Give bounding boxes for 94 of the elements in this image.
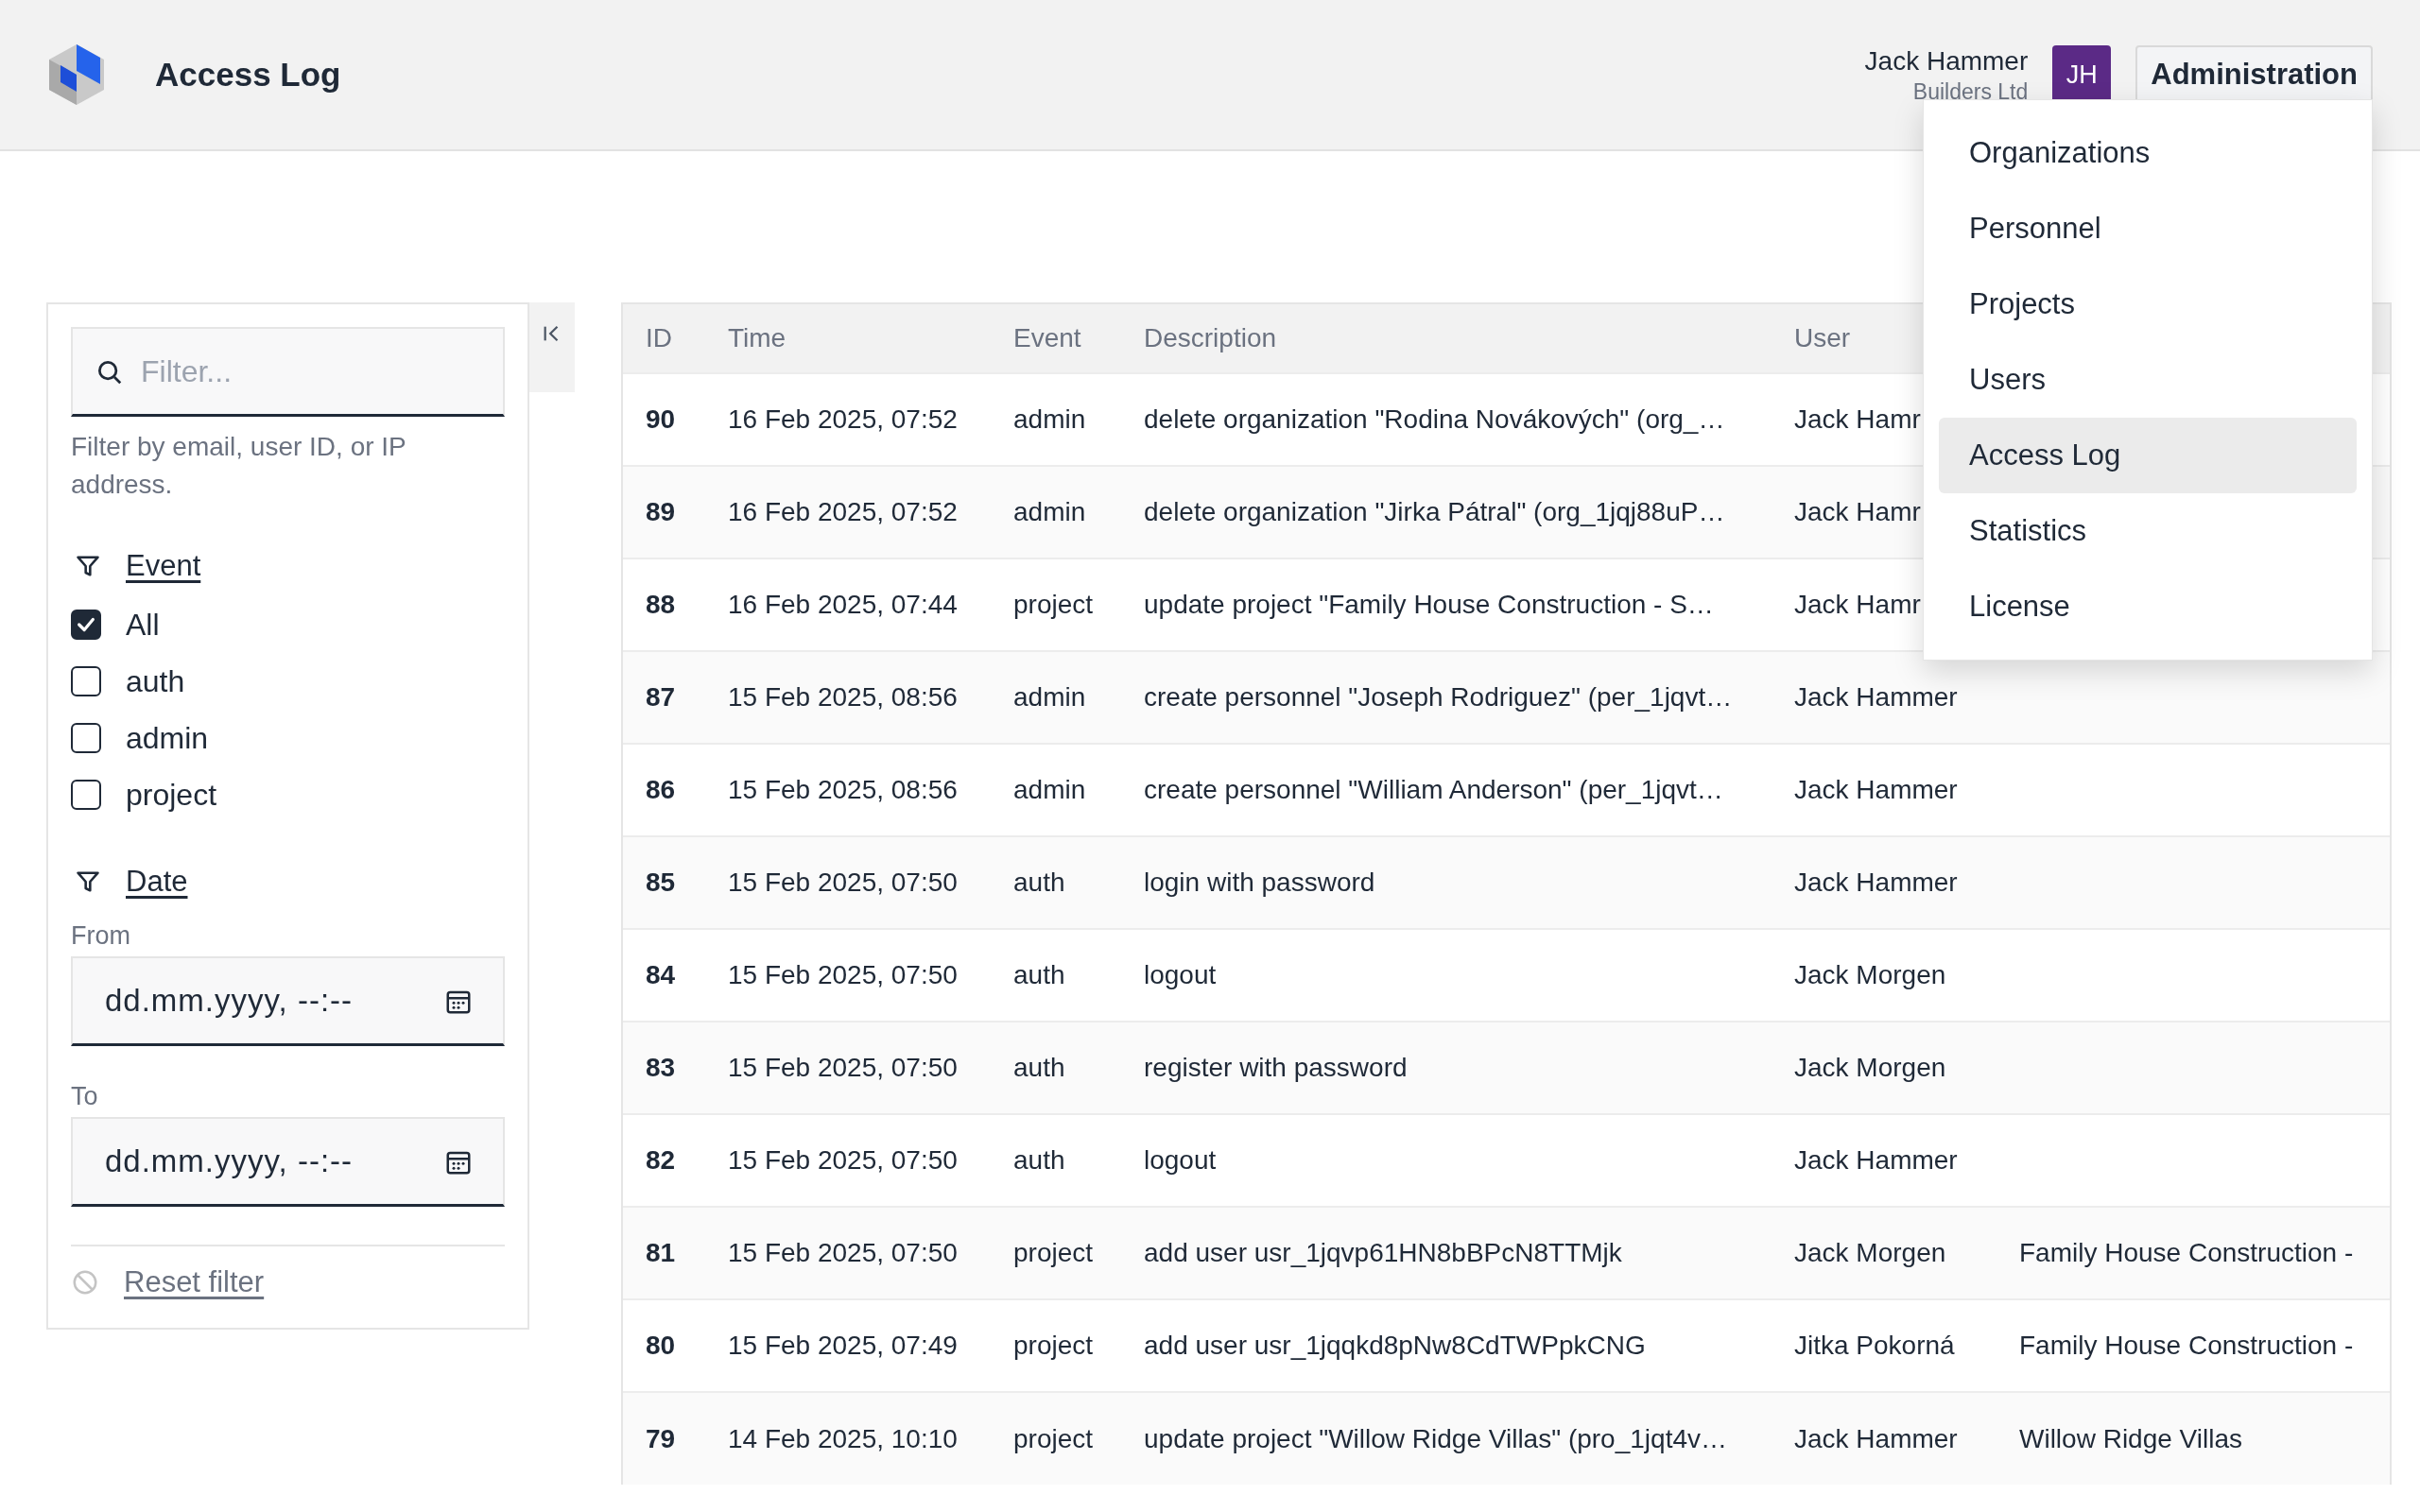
log-time: 16 Feb 2025, 07:52 (728, 404, 958, 434)
log-description: register with password (1144, 1053, 1408, 1082)
field-label: From (71, 921, 131, 951)
log-user: Jack Hammer (1794, 775, 1958, 804)
log-description: create personnel "Joseph Rodriguez" (per_1jqvt… (1144, 682, 1733, 712)
date-field[interactable]: dd.mm.yyyy, --:-- (71, 956, 505, 1046)
log-description: update project "Willow Ridge Villas" (pro_1jqt4v… (1144, 1423, 1727, 1453)
checkbox-label: admin (126, 720, 209, 756)
help-text: Filter by email, user ID, or IP address. (71, 431, 407, 501)
checkbox[interactable] (71, 610, 101, 640)
date-field[interactable]: dd.mm.yyyy, --:-- (71, 1117, 505, 1207)
log-time: 15 Feb 2025, 08:56 (728, 775, 958, 804)
checkbox[interactable] (71, 780, 101, 810)
log-event: project (1013, 1238, 1094, 1267)
menu-item[interactable]: License (1939, 569, 2357, 644)
log-description: logout (1144, 1145, 1217, 1175)
log-event: admin (1013, 775, 1086, 804)
column-header[interactable]: Time (728, 304, 1013, 373)
log-time: 15 Feb 2025, 08:56 (728, 682, 958, 712)
log-description: create personnel "William Anderson" (per_1jqvt… (1144, 775, 1723, 804)
log-user: Jack Hamr (1794, 497, 1921, 526)
log-project: Willow Ridge Villas (2019, 1423, 2242, 1453)
log-id: 83 (646, 1053, 676, 1082)
log-time: 16 Feb 2025, 07:44 (728, 590, 958, 619)
log-time: 14 Feb 2025, 10:10 (728, 1423, 958, 1453)
log-description: logout (1144, 960, 1217, 989)
log-user: Jack Morgen (1794, 1238, 1946, 1267)
log-id: 84 (646, 960, 676, 989)
checkbox[interactable] (71, 723, 101, 753)
log-description: login with password (1144, 868, 1375, 897)
log-time: 16 Feb 2025, 07:52 (728, 497, 958, 526)
log-event: auth (1013, 1053, 1065, 1082)
log-event: project (1013, 1331, 1094, 1360)
log-time: 15 Feb 2025, 07:50 (728, 960, 958, 989)
disabled-icon (71, 1268, 99, 1297)
page-title: Access Log (155, 56, 341, 94)
log-user: Jitka Pokorná (1794, 1331, 1955, 1360)
column-header[interactable]: Event (1013, 304, 1144, 373)
log-description: delete organization "Jirka Pátral" (org_1jqj88uP… (1144, 497, 1725, 526)
menu-item[interactable]: Statistics (1939, 493, 2357, 569)
log-id: 79 (646, 1423, 676, 1453)
log-user: Jack Hammer (1794, 682, 1958, 712)
log-user: Jack Hammer (1794, 868, 1958, 897)
log-event: project (1013, 590, 1094, 619)
menu-item[interactable]: Organizations (1939, 115, 2357, 191)
checkbox-label: All (126, 607, 160, 643)
log-event: project (1013, 1423, 1094, 1453)
column-header[interactable]: Description (1144, 304, 1794, 373)
reset-filter-link[interactable]: Reset filter (124, 1265, 265, 1299)
log-time: 15 Feb 2025, 07:50 (728, 868, 958, 897)
log-user: Jack Hammer (1794, 1145, 1958, 1175)
log-event: auth (1013, 960, 1065, 989)
log-event: admin (1013, 404, 1086, 434)
log-time: 15 Feb 2025, 07:50 (728, 1145, 958, 1175)
checkbox[interactable] (71, 666, 101, 696)
log-user: Jack Hamr (1794, 404, 1921, 434)
menu-item[interactable]: Access Log (1939, 418, 2357, 493)
log-event: auth (1013, 868, 1065, 897)
search-field[interactable]: Filter... (71, 327, 505, 417)
log-project: Family House Construction - (2019, 1238, 2354, 1267)
log-description: delete organization "Rodina Novákových" (org_… (1144, 404, 1725, 434)
log-time: 15 Feb 2025, 07:50 (728, 1053, 958, 1082)
checkbox-label: project (126, 777, 217, 813)
log-id: 86 (646, 775, 676, 804)
log-id: 85 (646, 868, 676, 897)
checkbox-label: auth (126, 663, 185, 699)
log-user: Jack Morgen (1794, 1053, 1946, 1082)
log-id: 87 (646, 682, 676, 712)
log-description: add user usr_1jqvp61HN8bBPcN8TTMjk (1144, 1238, 1622, 1267)
log-time: 15 Feb 2025, 07:50 (728, 1238, 958, 1267)
log-event: admin (1013, 682, 1086, 712)
log-id: 81 (646, 1238, 676, 1267)
log-description: add user usr_1jqqkd8pNw8CdTWPpkCNG (1144, 1331, 1646, 1360)
log-user: Jack Hamr (1794, 590, 1921, 619)
log-id: 90 (646, 404, 676, 434)
organization-name: Builders Ltd (1912, 78, 2029, 104)
log-user: Jack Morgen (1794, 960, 1946, 989)
log-id: 88 (646, 590, 676, 619)
log-project: Family House Construction - (2019, 1331, 2354, 1360)
log-id: 89 (646, 497, 676, 526)
log-id: 80 (646, 1331, 676, 1360)
log-description: update project "Family House Construction - S… (1144, 590, 1714, 619)
menu-item[interactable]: Personnel (1939, 191, 2357, 266)
event-filter-heading[interactable]: Event (126, 549, 201, 583)
date-filter-heading[interactable]: Date (126, 865, 188, 899)
log-id: 82 (646, 1145, 676, 1175)
log-time: 15 Feb 2025, 07:49 (728, 1331, 958, 1360)
log-event: auth (1013, 1145, 1065, 1175)
field-label: To (71, 1082, 99, 1111)
log-event: admin (1013, 497, 1086, 526)
column-header[interactable]: ID (623, 304, 728, 373)
cube-logo-icon (47, 43, 106, 107)
user-name: Jack Hammer (1864, 45, 2029, 77)
log-user: Jack Hammer (1794, 1423, 1958, 1453)
